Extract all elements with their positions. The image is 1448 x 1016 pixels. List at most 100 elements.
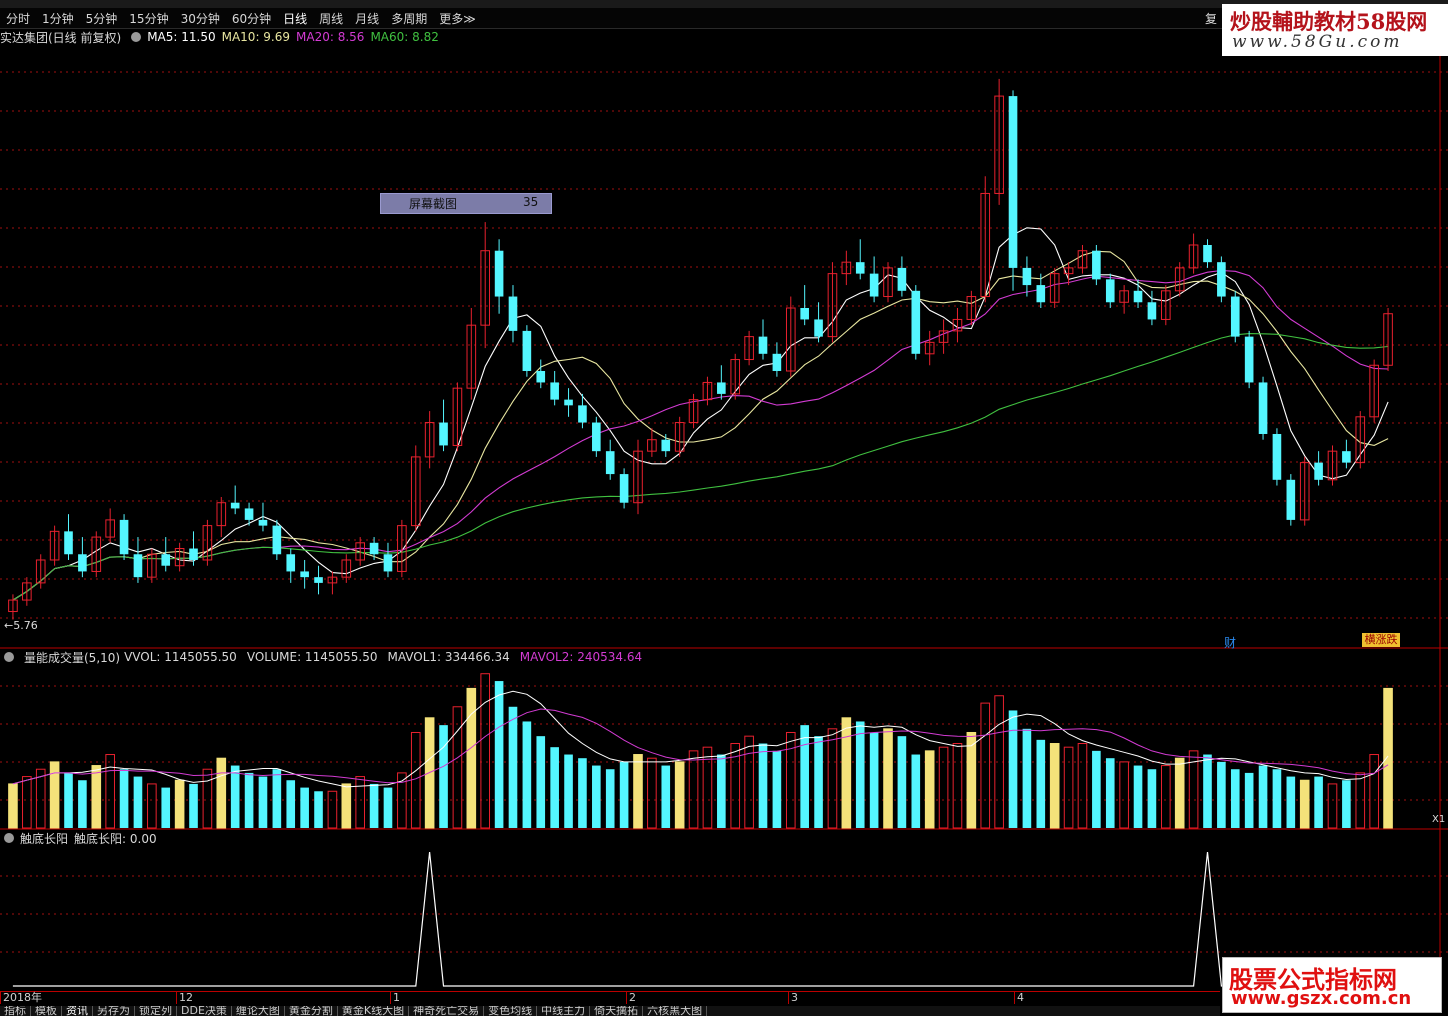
date-tick-12: 12 [176,992,193,1004]
candle-down [286,554,296,572]
volume-bar [369,783,379,828]
screenshot-tooltip: 屏幕截图 35 [380,193,552,214]
period-weekly[interactable]: 周线 [313,10,349,27]
low-price-marker: ←5.76 [4,619,38,632]
volume-bar [1217,761,1226,828]
zhangdie-badge[interactable]: 横涨跌 [1362,633,1400,647]
candle-down [564,399,573,406]
period-60min[interactable]: 60分钟 [226,10,277,27]
period-multi[interactable]: 多周期 [385,10,433,27]
volume-bar [647,757,657,829]
volume-value: VOLUME: 1145055.50 [246,650,378,664]
tab-lingcunwei[interactable]: 另存为 [93,1006,135,1016]
tab-huangjin[interactable]: 黄金分割 [285,1006,338,1016]
volume-bar [1342,780,1351,828]
candle-down [1133,290,1143,303]
candle-down [1092,250,1101,280]
volume-bar [1230,769,1240,828]
period-1min[interactable]: 1分钟 [36,10,80,27]
tab-shenqi[interactable]: 神奇死亡交易 [409,1006,485,1016]
candle-down [1258,382,1268,434]
volume-bar [592,765,601,828]
volume-bar [1161,765,1171,829]
volume-bar [78,780,87,828]
stock-title: 实达集团(日线 前复权) [0,30,122,45]
tab-zhongxian[interactable]: 中线主力 [537,1006,591,1016]
candle-down [369,542,379,555]
volume-bar [522,721,532,828]
candle-down [1286,479,1296,520]
tab-zixun[interactable]: 资讯 [62,1006,93,1016]
kline-chart[interactable] [0,46,1448,991]
candle-down [244,508,254,520]
ma5-value: MA5: 11.50 [147,30,216,44]
watermark-bottom-logo: 股票公式指标网 www.gszx.com.cn [1222,957,1442,1013]
volume-select-icon[interactable] [4,652,14,662]
ma60-line [12,333,1389,601]
volume-bar [35,768,46,829]
candle-down [133,554,143,578]
volume-bar [341,783,352,829]
candle-down [1230,296,1240,337]
candle-down [383,554,393,572]
candle-down [494,250,504,297]
tab-zhibiao[interactable]: 指标 [0,1006,31,1016]
volume-bar [633,754,643,829]
tab-yitian[interactable]: 倚天擒拓 [590,1006,644,1016]
candle-down [314,577,323,583]
volume-bar [883,728,893,829]
volume-bar [952,743,963,829]
candle-down [814,319,823,337]
volume-bar [758,743,768,828]
candle-down [592,422,601,452]
indicator-panel-select-icon[interactable] [4,833,14,843]
ma60-value: MA60: 8.82 [370,30,439,44]
tab-liuhe[interactable]: 六核黑大图 [643,1006,708,1016]
period-30min[interactable]: 30分钟 [175,10,226,27]
tab-huangjin-k[interactable]: 黄金K线大图 [338,1006,410,1016]
period-more[interactable]: 更多≫ [433,10,482,27]
tab-suodinglie[interactable]: 锁定列 [135,1006,177,1016]
volume-bar [1036,739,1046,828]
volume-bar [202,768,213,829]
volume-bar [244,772,254,828]
candle-down [300,571,309,578]
tab-chanlun[interactable]: 缠论大图 [232,1006,285,1016]
restore-label[interactable]: 复 [1205,10,1217,27]
volume-bar [314,791,323,828]
watermark-top-logo: 炒股輔助教材58股网 www.58Gu.com [1222,4,1448,56]
tab-dde[interactable]: DDE决策 [177,1006,232,1016]
volume-bar [8,783,18,829]
volume-bar [661,765,671,828]
volume-bar [272,769,282,828]
tab-moban[interactable]: 模板 [31,1006,62,1016]
volume-bar [1286,776,1296,828]
volume-bar [286,780,296,828]
indicator-info-bar: 触底长阳 触底长阳: 0.00 [0,830,600,846]
volume-bar [1022,728,1032,828]
tab-bianse[interactable]: 变色均线 [484,1006,538,1016]
period-fenshi[interactable]: 分时 [0,10,36,27]
volume-bar [966,731,977,829]
period-monthly[interactable]: 月线 [349,10,385,27]
volume-bar [1383,687,1393,829]
indicator-select-icon[interactable] [131,32,142,42]
candle-down [619,474,629,503]
candle-down [717,382,726,394]
candle-down [772,353,782,371]
volume-bar [147,783,157,829]
volume-info-bar: 量能成交量(5,10) VVOL: 1145055.50 VOLUME: 114… [0,649,1230,665]
period-daily[interactable]: 日线 [277,10,313,27]
period-15min[interactable]: 15分钟 [123,10,174,27]
period-5min[interactable]: 5分钟 [80,10,124,27]
date-tick-3: 3 [788,992,798,1004]
volume-bar [1272,769,1282,828]
volume-bar [1049,743,1060,829]
volume-title: 量能成交量(5,10) [24,650,121,665]
volume-bar [64,772,73,828]
mavol1-value: MAVOL1: 334466.34 [387,650,510,664]
candle-down [119,519,129,555]
volume-bar [466,687,477,829]
candle-down [258,519,268,526]
volume-bar [536,736,546,828]
